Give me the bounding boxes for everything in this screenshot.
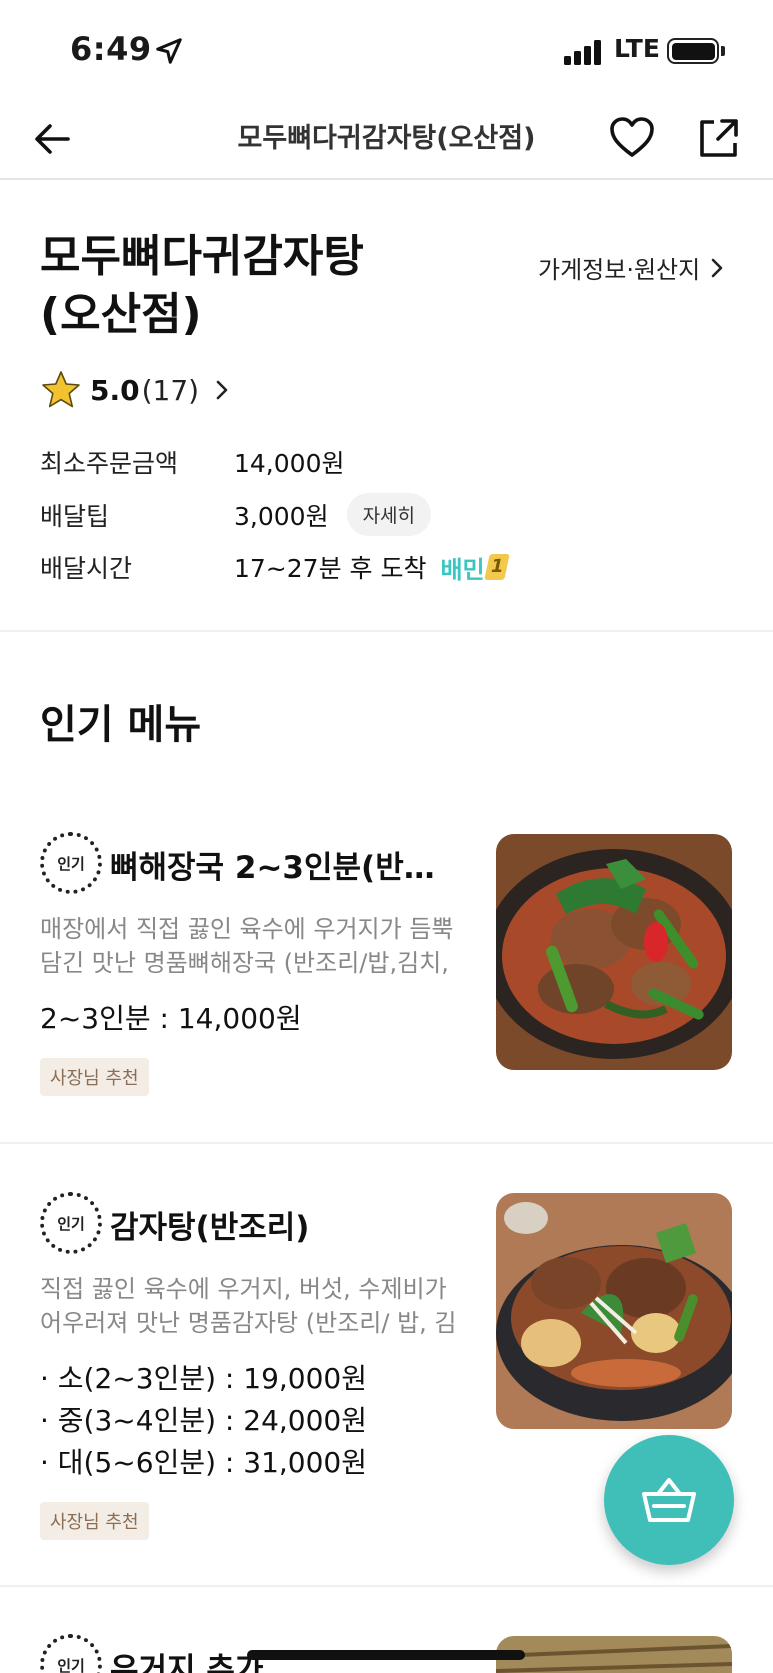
popular-badge-text: 인기 xyxy=(57,1656,85,1673)
popular-badge: 인기 xyxy=(40,832,102,894)
share-icon[interactable] xyxy=(694,113,744,163)
store-name-line2: (오산점) xyxy=(40,289,202,340)
menu-description: 직접 끓인 육수에 우거지, 버섯, 수제비가 어우러져 맛난 명품감자탕 (반… xyxy=(40,1275,457,1337)
battery-tip xyxy=(721,46,725,56)
delivery-tip-label: 배달팁 xyxy=(40,501,110,531)
menu-item[interactable]: 인기 뼈해장국 2~3인분(반조리/밥,김치,깍두기 포함) 매장에서 직접 끓… xyxy=(0,830,773,1130)
store-info-link[interactable]: 가게정보·원산지 xyxy=(538,250,724,285)
delivery-time-value: 17~27분 후 도착 xyxy=(234,554,427,583)
menu-photo xyxy=(496,1193,732,1429)
section-divider xyxy=(0,630,773,632)
delivery-time-label: 배달시간 xyxy=(40,554,133,583)
rating-row[interactable]: 5.0 (17) xyxy=(40,368,231,412)
detail-button[interactable]: 자세히 xyxy=(346,493,432,536)
delivery-tip-row: 배달팁 3,000원 자세히 xyxy=(40,493,432,536)
menu-price: 2~3인분 : 14,000원 xyxy=(40,998,460,1040)
popular-badge: 인기 xyxy=(40,1634,102,1673)
baemin-one-text: 배민 xyxy=(440,555,485,584)
store-info-link-label: 가게정보·원산지 xyxy=(538,256,701,284)
owner-recommend-tag: 사장님 추천 xyxy=(40,1502,149,1540)
network-type: LTE xyxy=(614,34,660,63)
popular-badge-text: 인기 xyxy=(57,854,85,873)
star-icon xyxy=(42,371,80,408)
min-order-value: 14,000원 xyxy=(234,449,345,478)
section-title-popular: 인기 메뉴 xyxy=(40,702,202,748)
location-arrow-icon xyxy=(156,38,182,64)
menu-description: 매장에서 직접 끓인 육수에 우거지가 듬뿍 담긴 맛난 명품뼈해장국 (반조리… xyxy=(40,915,454,977)
store-name: 모두뼈다귀감자탕 (오산점) xyxy=(40,228,480,344)
shopping-basket-icon xyxy=(642,1478,696,1522)
price-line: · 중(3~4인분) : 24,000원 xyxy=(40,1404,367,1437)
price-line: 2~3인분 : 14,000원 xyxy=(40,1002,302,1035)
delivery-time-row: 배달시간 17~27분 후 도착 배민 1 xyxy=(40,549,510,585)
menu-name: 감자탕(반조리) xyxy=(110,1210,310,1246)
baemin-one-badge: 1 xyxy=(483,554,510,580)
min-order-label: 최소주문금액 xyxy=(40,449,179,478)
store-name-line1: 모두뼈다귀감자탕 xyxy=(40,231,364,282)
heart-icon[interactable] xyxy=(607,113,657,163)
review-count: (17) xyxy=(141,373,200,407)
back-arrow-icon[interactable] xyxy=(30,116,76,162)
section-divider xyxy=(0,1585,773,1587)
baemin-one-logo: 배민 1 xyxy=(440,550,510,585)
popular-badge-text: 인기 xyxy=(57,1214,85,1233)
delivery-tip-value: 3,000원 xyxy=(234,501,329,531)
cellular-signal-icon xyxy=(564,39,604,65)
nav-title: 모두뼈다귀감자탕(오산점) xyxy=(237,123,536,154)
home-indicator xyxy=(247,1650,525,1660)
section-divider xyxy=(0,1142,773,1144)
popular-badge: 인기 xyxy=(40,1192,102,1254)
menu-name: 뼈해장국 2~3인분(반조리/밥,김치,깍두기 포함) xyxy=(110,850,460,886)
chevron-right-icon xyxy=(711,258,723,277)
cart-button[interactable] xyxy=(604,1435,734,1565)
price-line: · 대(5~6인분) : 31,000원 xyxy=(40,1446,367,1479)
menu-photo xyxy=(496,1636,732,1673)
status-bar: 6:49 LTE xyxy=(0,0,773,100)
menu-price-list: · 소(2~3인분) : 19,000원 · 중(3~4인분) : 24,000… xyxy=(40,1358,460,1484)
battery-icon xyxy=(667,38,719,64)
min-order-row: 최소주문금액 14,000원 xyxy=(40,444,344,480)
rating-score: 5.0 xyxy=(90,373,140,407)
chevron-right-icon xyxy=(216,380,228,400)
menu-photo xyxy=(496,834,732,1070)
price-line: · 소(2~3인분) : 19,000원 xyxy=(40,1362,367,1395)
owner-recommend-tag: 사장님 추천 xyxy=(40,1058,149,1096)
nav-header: 모두뼈다귀감자탕(오산점) xyxy=(0,100,773,180)
status-time: 6:49 xyxy=(70,30,152,68)
